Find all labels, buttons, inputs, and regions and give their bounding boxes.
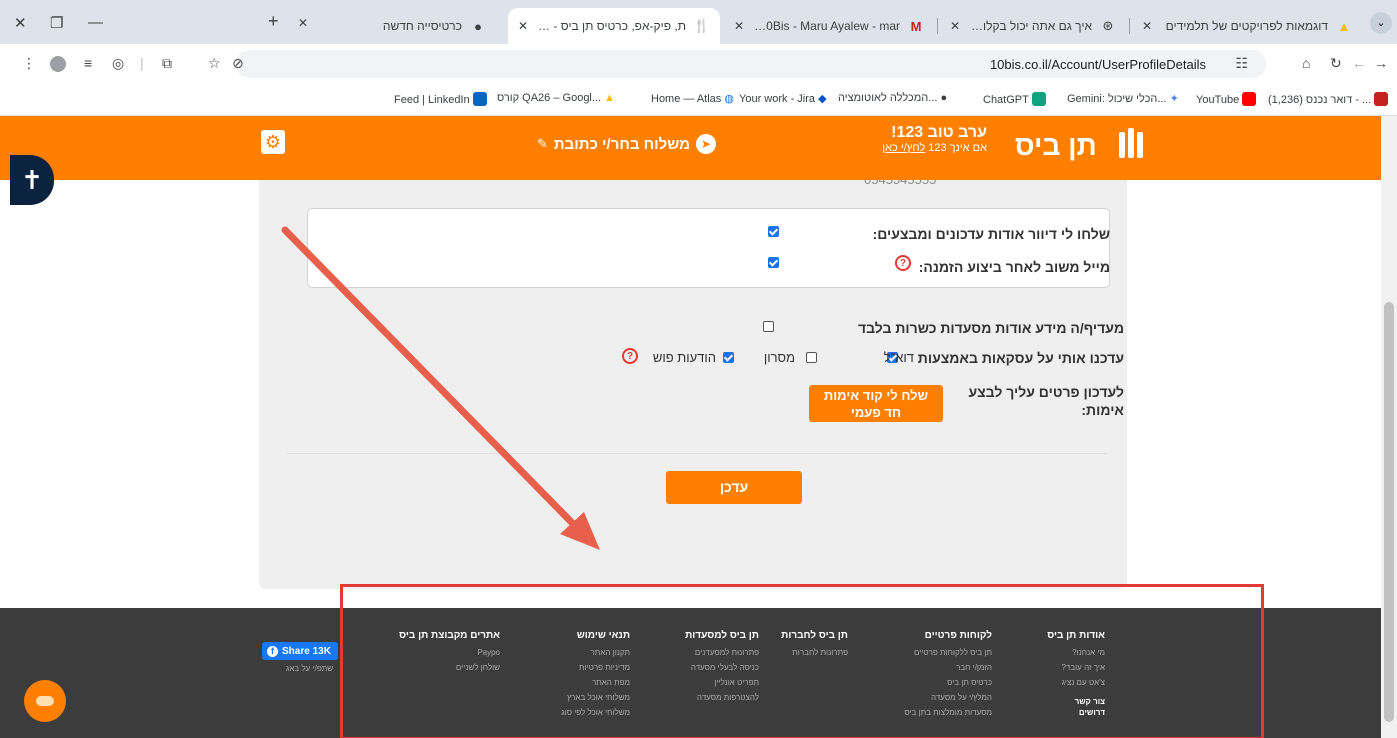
tab-close-icon[interactable]: ✕ <box>734 19 744 33</box>
bookmark-youtube[interactable]: YouTube <box>1196 92 1257 106</box>
tab-close-icon[interactable]: ✕ <box>298 16 308 30</box>
menu-kebab-icon[interactable]: ⋮ <box>22 55 36 72</box>
bookmarks-bar: דואר נכנס (1,236) - ... YouTube Gemini: … <box>0 82 1397 116</box>
extensions-icon[interactable]: ⧉ <box>162 55 172 72</box>
browser-toolbar: ⋮ ≡ ◎ | ⧉ ☆ ⊘ 10bis.co.il/Account/UserPr… <box>0 44 1397 82</box>
annotation-arrow <box>281 226 600 550</box>
gemini-icon: ✦ <box>1169 93 1179 105</box>
tenbis-icon: 🍴 <box>693 18 711 33</box>
bookmark-atlas[interactable]: Home — Atlas ◍ <box>651 92 734 105</box>
browser-tab-bar: ✕ ❐ — + ✕ ● כרטיסייה חדשה 🍴 ת, פיק-אפ, כ… <box>0 0 1397 44</box>
jira-icon: ◆ <box>818 93 827 105</box>
tab-search-icon[interactable]: ⌄ <box>1370 12 1392 34</box>
accessibility-icon[interactable]: ✝ <box>10 155 54 205</box>
gmail-icon <box>1374 92 1389 106</box>
forward-icon[interactable]: ← <box>1352 55 1366 71</box>
performance-icon[interactable]: ◎ <box>112 55 124 72</box>
bookmark-gmail[interactable]: דואר נכנס (1,236) - ... <box>1268 92 1389 106</box>
page-scrollbar[interactable] <box>1381 116 1397 738</box>
google-drive-icon: ▲ <box>604 92 615 104</box>
tab-close-icon[interactable]: ✕ <box>950 19 960 33</box>
bookmark-qa26[interactable]: קורס QA26 – Googl... ▲ <box>497 92 615 104</box>
youtube-icon <box>1242 92 1257 106</box>
site-settings-icon[interactable]: ☷ <box>1235 55 1248 72</box>
reload-icon[interactable]: ↻ <box>1330 55 1342 72</box>
profile-avatar-icon[interactable] <box>50 56 66 72</box>
bookmark-college[interactable]: המכללה לאוטומציה... ● <box>838 92 947 104</box>
home-icon[interactable]: ⌂ <box>1302 55 1310 71</box>
linkedin-icon <box>472 92 487 106</box>
tab-close-icon[interactable]: ✕ <box>1142 19 1152 33</box>
page-viewport: 0545545555 תן ביס ערב טוב 123! אם אינך 1… <box>0 116 1381 738</box>
minimize-window-icon[interactable]: — <box>88 14 103 31</box>
gmail-icon: M <box>910 18 922 34</box>
google-drive-icon: ▲ <box>1337 18 1351 34</box>
tab-gmail[interactable]: M STR 10Bis - Maru Ayalew - mar ✕ <box>724 8 934 44</box>
restore-window-icon[interactable]: ❐ <box>50 14 63 32</box>
chrome-icon: ● <box>940 92 948 104</box>
eye-off-icon[interactable]: ⊘ <box>232 55 244 72</box>
tab-new-tab[interactable]: ● כרטיסייה חדשה <box>316 8 496 44</box>
chatgpt-icon <box>1031 92 1046 106</box>
tab-close-icon[interactable]: ✕ <box>518 19 528 33</box>
tab-drive[interactable]: ▲ דוגמאות לפרויקטים של תלמידים ✕ <box>1132 8 1362 44</box>
bookmark-jira[interactable]: Your work - Jira ◆ <box>739 92 827 105</box>
chatgpt-icon: ⊛ <box>1102 18 1114 33</box>
tab-10bis-active[interactable]: 🍴 ת, פיק-אפ, כרטיס תן ביס - 10bis ✕ <box>508 8 720 44</box>
bookmark-gemini[interactable]: Gemini: הכלי שיכול... ✦ <box>1067 92 1179 105</box>
address-bar[interactable]: ☆ ⊘ 10bis.co.il/Account/UserProfileDetai… <box>208 50 1266 78</box>
reading-list-icon[interactable]: ≡ <box>84 55 92 71</box>
bookmark-star-icon[interactable]: ☆ <box>208 55 221 72</box>
new-tab-button[interactable]: + <box>268 11 279 32</box>
close-window-icon[interactable]: ✕ <box>14 14 27 32</box>
tab-article[interactable]: ⊛ איך גם אתה יכול בקלות לכתוב כ ✕ <box>940 8 1126 44</box>
bookmark-linkedin[interactable]: Feed | LinkedIn <box>394 92 487 106</box>
scroll-thumb[interactable] <box>1384 302 1394 722</box>
separator: | <box>140 55 144 71</box>
chrome-icon: ● <box>474 18 482 34</box>
atlas-icon: ◍ <box>724 93 734 105</box>
back-icon[interactable]: → <box>1374 55 1388 71</box>
bookmark-chatgpt[interactable]: ChatGPT <box>983 92 1046 106</box>
url-text[interactable]: 10bis.co.il/Account/UserProfileDetails <box>990 57 1206 72</box>
